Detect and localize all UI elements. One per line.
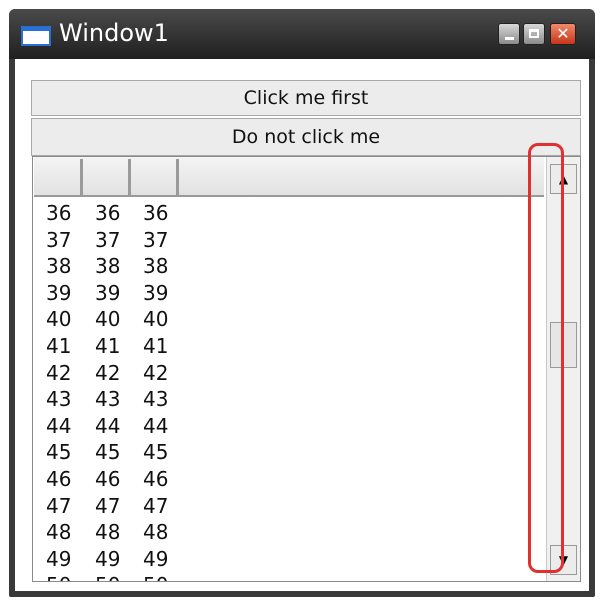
window: Window1 ✕ Click me first Do not click me… xyxy=(9,9,595,597)
scrollbar-thumb[interactable] xyxy=(550,322,577,368)
list-cell: 46 xyxy=(143,466,169,491)
list-cell: 48 xyxy=(46,520,72,545)
list-row[interactable]: 36 36 36 xyxy=(33,199,533,226)
list-row[interactable]: 49 49 49 xyxy=(33,545,533,572)
click-me-first-button[interactable]: Click me first xyxy=(31,80,581,116)
list-cell: 38 xyxy=(46,254,72,279)
list-cell: 49 xyxy=(95,546,121,571)
list-cell: 48 xyxy=(143,520,169,545)
list-cell: 45 xyxy=(143,440,169,465)
list-cell: 49 xyxy=(143,546,169,571)
list-row[interactable]: 48 48 48 xyxy=(33,518,533,545)
list-cell: 36 xyxy=(46,201,72,225)
list-cell: 48 xyxy=(95,520,121,545)
list-cell: 40 xyxy=(95,307,121,332)
list-cell: 47 xyxy=(46,493,72,518)
list-cell: 40 xyxy=(46,307,72,332)
list-row[interactable]: 50 50 50 xyxy=(33,571,533,581)
list-cell: 41 xyxy=(143,333,169,358)
minimize-button[interactable] xyxy=(498,23,520,45)
list-cell: 37 xyxy=(46,227,72,252)
list-cell: 44 xyxy=(143,413,169,438)
list-cell: 41 xyxy=(46,333,72,358)
list-row[interactable]: 41 41 41 xyxy=(33,332,533,359)
list-cell: 43 xyxy=(95,387,121,412)
column-header-2[interactable] xyxy=(83,159,131,195)
list-cell: 37 xyxy=(143,227,169,252)
list-cell: 38 xyxy=(143,254,169,279)
column-header-3[interactable] xyxy=(131,159,179,195)
list-cell: 39 xyxy=(95,280,121,305)
arrow-down-icon: ▼ xyxy=(558,553,569,567)
list-cell: 47 xyxy=(143,493,169,518)
list-cell: 40 xyxy=(143,307,169,332)
list-cell: 43 xyxy=(46,387,72,412)
list-cell: 39 xyxy=(143,280,169,305)
list-cell: 47 xyxy=(95,493,121,518)
arrow-up-icon: ▲ xyxy=(558,172,569,186)
list-row[interactable]: 43 43 43 xyxy=(33,385,533,412)
list-row[interactable]: 39 39 39 xyxy=(33,279,533,306)
list-row[interactable]: 45 45 45 xyxy=(33,438,533,465)
list-cell: 43 xyxy=(143,387,169,412)
list-row[interactable]: 38 38 38 xyxy=(33,252,533,279)
list-row[interactable]: 37 37 37 xyxy=(33,226,533,253)
list-row[interactable]: 40 40 40 xyxy=(33,305,533,332)
column-header xyxy=(34,157,544,197)
list-row[interactable]: 47 47 47 xyxy=(33,492,533,519)
scroll-up-button[interactable]: ▲ xyxy=(550,164,577,194)
list-view[interactable]: 36 36 36 37 37 37 38 38 38 39 39 39 40 40 40 41 41 41 42 42… xyxy=(32,156,581,582)
list-cell: 44 xyxy=(46,413,72,438)
list-cell: 38 xyxy=(95,254,121,279)
list-cell: 50 xyxy=(95,573,120,581)
list-cell: 49 xyxy=(46,546,72,571)
list-cell: 42 xyxy=(143,360,169,385)
list-cell: 36 xyxy=(143,201,169,225)
close-button[interactable]: ✕ xyxy=(550,23,576,45)
list-row[interactable]: 46 46 46 xyxy=(33,465,533,492)
title-bar[interactable]: Window1 ✕ xyxy=(9,9,595,59)
window-icon xyxy=(21,26,51,46)
list-cell: 41 xyxy=(95,333,121,358)
list-cell: 46 xyxy=(46,466,72,491)
window-title: Window1 xyxy=(59,19,169,47)
list-cell: 50 xyxy=(143,573,168,581)
maximize-button[interactable] xyxy=(523,23,545,45)
list-row[interactable]: 42 42 42 xyxy=(33,359,533,386)
list-cell: 50 xyxy=(46,573,71,581)
list-cell: 42 xyxy=(95,360,121,385)
list-cell: 45 xyxy=(95,440,121,465)
list-cell: 36 xyxy=(95,201,121,225)
list-row[interactable]: 44 44 44 xyxy=(33,412,533,439)
list-cell: 42 xyxy=(46,360,72,385)
client-area: Click me first Do not click me 36 36 36 37 3… xyxy=(15,59,589,591)
column-header-1[interactable] xyxy=(34,159,83,195)
list-cell: 37 xyxy=(95,227,121,252)
list-cell: 44 xyxy=(95,413,121,438)
list-rows: 36 36 36 37 37 37 38 38 38 39 39 39 40 40 40 41 41 41 42 42… xyxy=(33,199,533,581)
list-cell: 46 xyxy=(95,466,121,491)
vertical-scrollbar[interactable]: ▲ ▼ xyxy=(546,157,580,581)
scroll-down-button[interactable]: ▼ xyxy=(550,545,577,575)
do-not-click-me-button[interactable]: Do not click me xyxy=(31,118,581,156)
close-icon: ✕ xyxy=(556,24,570,43)
list-cell: 39 xyxy=(46,280,72,305)
list-cell: 45 xyxy=(46,440,72,465)
